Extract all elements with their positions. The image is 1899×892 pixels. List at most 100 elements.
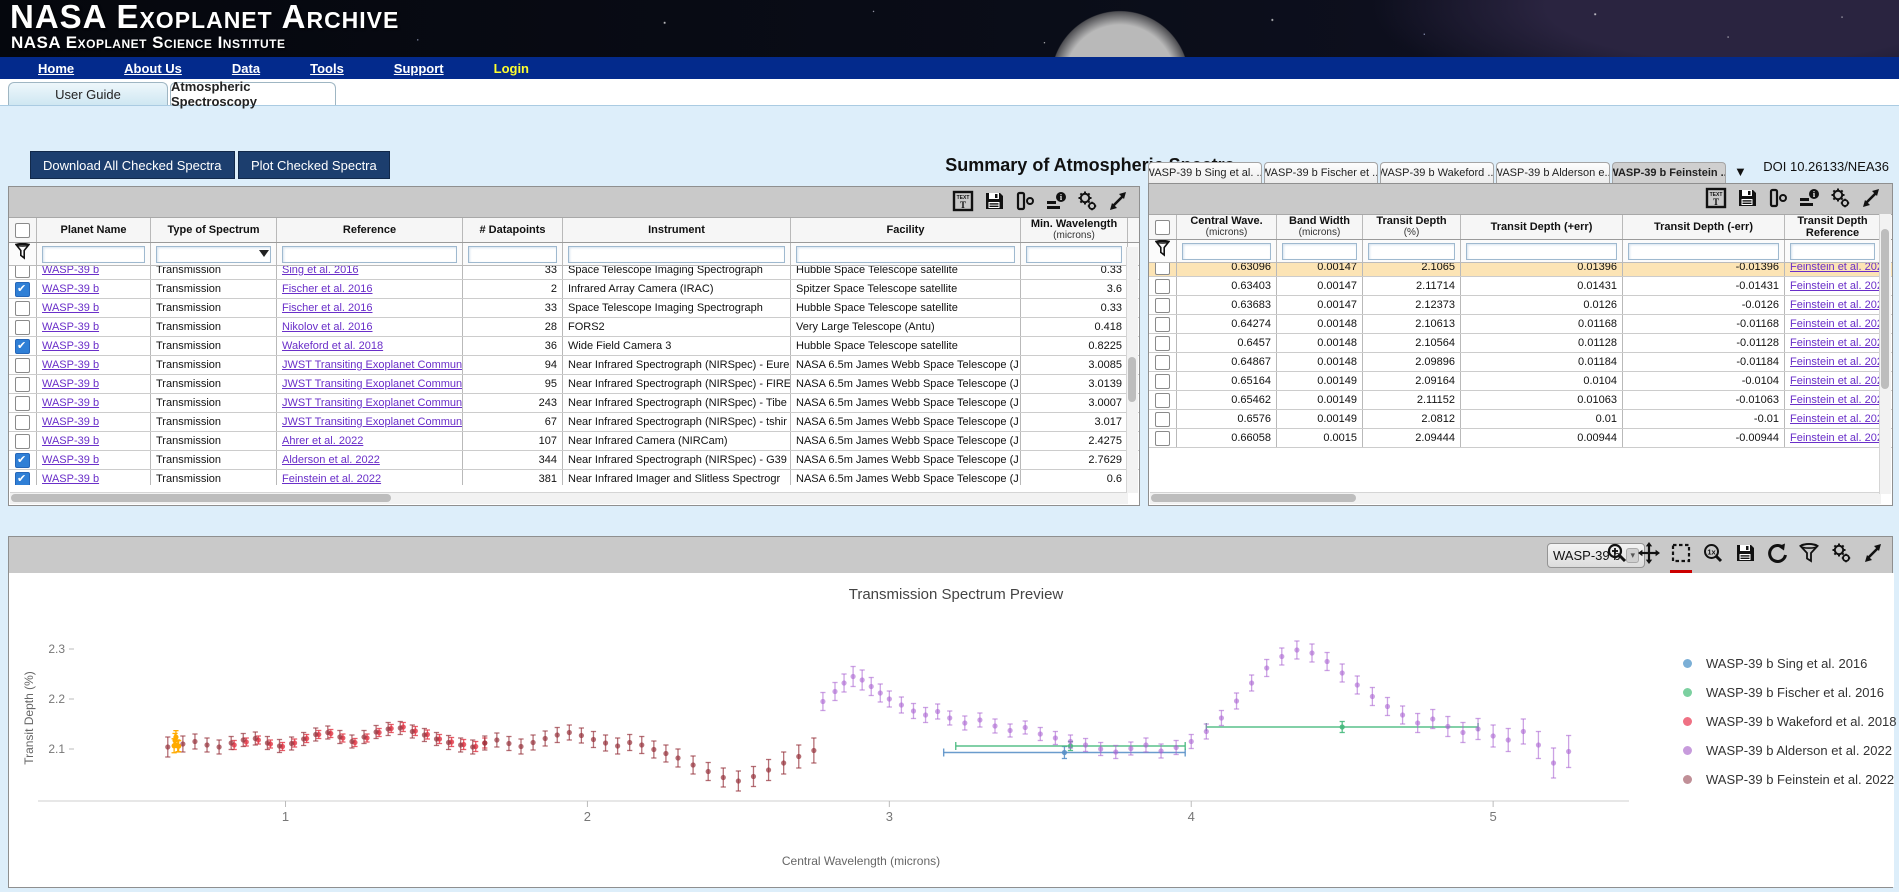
pan-icon[interactable] bbox=[1638, 542, 1660, 569]
reference-link[interactable]: Alderson et al. 2022 bbox=[282, 454, 380, 466]
zoom-in-icon[interactable] bbox=[1606, 542, 1628, 569]
save-icon[interactable] bbox=[983, 190, 1005, 212]
column-header-transit-depth-err-[interactable]: Transit Depth (-err) bbox=[1623, 215, 1785, 239]
reference-link[interactable]: JWST Transiting Exoplanet Communit bbox=[282, 416, 463, 428]
reference-link[interactable]: Fischer et al. 2016 bbox=[282, 283, 373, 295]
planet-link[interactable]: WASP-39 b bbox=[42, 473, 99, 485]
settings-icon[interactable] bbox=[1830, 542, 1852, 569]
reference-link[interactable]: JWST Transiting Exoplanet Communit bbox=[282, 378, 463, 390]
save-icon[interactable] bbox=[1736, 187, 1758, 209]
row-checkbox[interactable] bbox=[1155, 336, 1170, 351]
column-header-min-wavelength[interactable]: Min. Wavelength(microns) bbox=[1021, 218, 1128, 242]
planet-link[interactable]: WASP-39 b bbox=[42, 416, 99, 428]
reference-link[interactable]: Feinstein et al. 2022 bbox=[1790, 413, 1881, 425]
transit-depth-err--filter-input[interactable] bbox=[1628, 243, 1779, 260]
row-checkbox[interactable] bbox=[1155, 355, 1170, 370]
reference-link[interactable]: JWST Transiting Exoplanet Communit bbox=[282, 397, 463, 409]
undo-icon[interactable] bbox=[1766, 542, 1788, 569]
reference-link[interactable]: Feinstein et al. 2022 bbox=[1790, 394, 1881, 406]
row-checkbox[interactable] bbox=[15, 358, 30, 373]
nav-link-data[interactable]: Data bbox=[232, 61, 260, 76]
reference-link[interactable]: Nikolov et al. 2016 bbox=[282, 321, 373, 333]
column-header-facility[interactable]: Facility bbox=[791, 218, 1021, 242]
type-of-spectrum-filter-input[interactable] bbox=[156, 246, 271, 263]
row-checkbox[interactable] bbox=[15, 415, 30, 430]
reference-link[interactable]: JWST Transiting Exoplanet Communit bbox=[282, 359, 463, 371]
settings-icon[interactable] bbox=[1076, 190, 1098, 212]
expand-icon[interactable] bbox=[1107, 190, 1129, 212]
planet-link[interactable]: WASP-39 b bbox=[42, 266, 99, 276]
planet-name-filter-input[interactable] bbox=[42, 246, 145, 263]
row-checkbox[interactable] bbox=[15, 377, 30, 392]
transit-depth-err--filter-input[interactable] bbox=[1466, 243, 1617, 260]
settings-icon[interactable] bbox=[1829, 187, 1851, 209]
legend-item[interactable]: WASP-39 b Fischer et al. 2016 bbox=[1683, 678, 1897, 707]
row-checkbox[interactable] bbox=[15, 339, 30, 354]
column-header-band-width[interactable]: Band Width(microns) bbox=[1277, 215, 1363, 239]
planet-link[interactable]: WASP-39 b bbox=[42, 321, 99, 333]
right-table-vscrollbar[interactable] bbox=[1879, 214, 1891, 494]
text-view-icon[interactable]: TEXTT bbox=[1705, 187, 1727, 209]
reference-link[interactable]: Feinstein et al. 2022 bbox=[1790, 280, 1881, 292]
reference-link[interactable]: Ahrer et al. 2022 bbox=[282, 435, 363, 447]
planet-link[interactable]: WASP-39 b bbox=[42, 378, 99, 390]
row-checkbox[interactable] bbox=[1155, 279, 1170, 294]
row-checkbox[interactable] bbox=[1155, 393, 1170, 408]
chart-canvas[interactable]: Transmission Spectrum Preview123452.12.2… bbox=[9, 573, 1894, 887]
transit-depth-filter-input[interactable] bbox=[1368, 243, 1455, 260]
row-checkbox[interactable] bbox=[1155, 298, 1170, 313]
planet-link[interactable]: WASP-39 b bbox=[42, 340, 99, 352]
column-header-transit-depth-err-[interactable]: Transit Depth (+err) bbox=[1461, 215, 1623, 239]
column-header-type-of-spectrum[interactable]: Type of Spectrum bbox=[151, 218, 277, 242]
download-all-checked-spectra-button[interactable]: Download All Checked Spectra bbox=[30, 151, 235, 179]
reference-link[interactable]: Feinstein et al. 2022 bbox=[1790, 263, 1881, 273]
legend-item[interactable]: WASP-39 b Wakeford et al. 2018 bbox=[1683, 707, 1897, 736]
spectrum-tab[interactable]: WASP-39 b Fischer et ... bbox=[1264, 162, 1378, 183]
tab-user-guide[interactable]: User Guide bbox=[8, 82, 168, 105]
spectrum-tab[interactable]: WASP-39 b Feinstein ... bbox=[1612, 162, 1726, 183]
row-checkbox[interactable] bbox=[15, 453, 30, 468]
text-view-icon[interactable]: TEXTT bbox=[952, 190, 974, 212]
row-checkbox[interactable] bbox=[15, 301, 30, 316]
legend-item[interactable]: WASP-39 b Sing et al. 2016 bbox=[1683, 649, 1897, 678]
right-table-hscrollbar[interactable] bbox=[1150, 492, 1881, 504]
planet-link[interactable]: WASP-39 b bbox=[42, 283, 99, 295]
row-checkbox[interactable] bbox=[15, 282, 30, 297]
reference-link[interactable]: Wakeford et al. 2018 bbox=[282, 340, 383, 352]
column-header-central-wave-[interactable]: Central Wave.(microns) bbox=[1177, 215, 1277, 239]
reference-link[interactable]: Sing et al. 2016 bbox=[282, 266, 358, 276]
column-settings-icon[interactable] bbox=[1014, 190, 1036, 212]
reference-link[interactable]: Fischer et al. 2016 bbox=[282, 302, 373, 314]
reference-link[interactable]: Feinstein et al. 2022 bbox=[1790, 318, 1881, 330]
instrument-filter-input[interactable] bbox=[568, 246, 785, 263]
planet-link[interactable]: WASP-39 b bbox=[42, 397, 99, 409]
reference-link[interactable]: Feinstein et al. 2022 bbox=[1790, 337, 1881, 349]
reference-link[interactable]: Feinstein et al. 2022 bbox=[1790, 356, 1881, 368]
row-checkbox[interactable] bbox=[15, 396, 30, 411]
row-checkbox[interactable] bbox=[1155, 263, 1170, 275]
reference-link[interactable]: Feinstein et al. 2022 bbox=[282, 473, 381, 485]
info-icon[interactable]: i bbox=[1045, 190, 1067, 212]
row-checkbox[interactable] bbox=[15, 266, 30, 278]
column-header--datapoints[interactable]: # Datapoints bbox=[463, 218, 563, 242]
expand-icon[interactable] bbox=[1860, 187, 1882, 209]
column-header-transit-depth-reference[interactable]: Transit Depth Reference bbox=[1785, 215, 1881, 239]
column-header-transit-depth[interactable]: Transit Depth(%) bbox=[1363, 215, 1461, 239]
planet-link[interactable]: WASP-39 b bbox=[42, 454, 99, 466]
left-table-hscrollbar[interactable] bbox=[10, 492, 1128, 504]
nav-link-login[interactable]: Login bbox=[494, 61, 529, 76]
reference-link[interactable]: Feinstein et al. 2022 bbox=[1790, 432, 1881, 444]
-datapoints-filter-input[interactable] bbox=[468, 246, 557, 263]
row-checkbox[interactable] bbox=[15, 472, 30, 486]
column-header-planet-name[interactable]: Planet Name bbox=[37, 218, 151, 242]
row-checkbox[interactable] bbox=[15, 434, 30, 449]
column-settings-icon[interactable] bbox=[1767, 187, 1789, 209]
expand-icon[interactable] bbox=[1862, 542, 1884, 569]
select-all-checkbox[interactable] bbox=[1155, 220, 1170, 235]
tabs-overflow-button[interactable]: ▼ bbox=[1734, 164, 1747, 179]
legend-item[interactable]: WASP-39 b Feinstein et al. 2022 bbox=[1683, 765, 1897, 794]
filter-icon[interactable] bbox=[1798, 542, 1820, 569]
column-header-reference[interactable]: Reference bbox=[277, 218, 463, 242]
row-checkbox[interactable] bbox=[1155, 412, 1170, 427]
planet-link[interactable]: WASP-39 b bbox=[42, 359, 99, 371]
